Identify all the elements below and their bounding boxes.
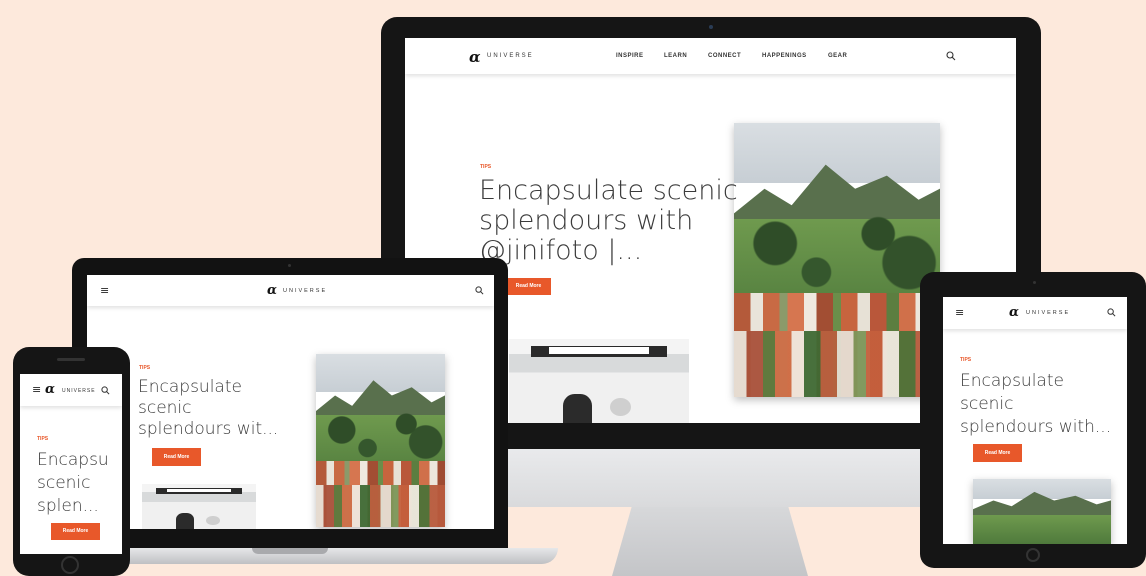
- phone-screen: ≡ α UNIVERSE TIPS Encapsu scenic splen..…: [20, 374, 122, 554]
- nav-item-connect[interactable]: CONNECT: [708, 53, 741, 59]
- article-hero-image[interactable]: [973, 479, 1111, 544]
- desktop-header: α UNIVERSE INSPIRE LEARN CONNECT HAPPENI…: [405, 38, 1016, 74]
- read-more-button[interactable]: Read More: [506, 278, 551, 295]
- secondary-article-image[interactable]: [509, 339, 689, 423]
- hamburger-menu-icon[interactable]: ≡: [955, 306, 964, 319]
- secondary-article-image[interactable]: [142, 484, 256, 529]
- article-headline[interactable]: Encapsu scenic splen...: [37, 449, 122, 518]
- nav-item-gear[interactable]: GEAR: [828, 53, 847, 59]
- hamburger-menu-icon[interactable]: ≡: [100, 284, 109, 297]
- headline-line: splendours with...: [960, 417, 1112, 437]
- headline-line: Encapsulate: [960, 371, 1064, 391]
- article-headline[interactable]: Encapsulate scenic splendours wit...: [138, 377, 278, 440]
- headline-line: splendours wit...: [138, 419, 279, 439]
- read-more-button[interactable]: Read More: [152, 448, 201, 466]
- alpha-logo-icon[interactable]: α: [267, 283, 277, 298]
- laptop-notch: [252, 548, 328, 554]
- nav-item-learn[interactable]: LEARN: [664, 53, 687, 59]
- brand-wordmark[interactable]: UNIVERSE: [487, 53, 534, 59]
- phone-home-button[interactable]: [61, 556, 79, 574]
- hamburger-menu-icon[interactable]: ≡: [32, 383, 41, 396]
- alpha-logo-icon[interactable]: α: [469, 48, 481, 66]
- headline-line: @jinifoto |...: [479, 235, 643, 266]
- headline-line: splendours with: [479, 205, 694, 236]
- read-more-button[interactable]: Read More: [973, 444, 1022, 462]
- article-headline[interactable]: Encapsulate scenic splendours with @jini…: [479, 176, 738, 266]
- phone-speaker: [57, 358, 85, 361]
- tablet-home-button[interactable]: [1026, 548, 1040, 562]
- article-headline[interactable]: Encapsulate scenic splendours with...: [960, 370, 1111, 439]
- article-category[interactable]: TIPS: [139, 365, 150, 371]
- search-icon[interactable]: [946, 51, 956, 61]
- search-icon[interactable]: [475, 286, 484, 295]
- tablet-header: ≡ α UNIVERSE: [943, 297, 1127, 329]
- monitor-camera: [709, 25, 713, 29]
- alpha-logo-icon[interactable]: α: [45, 382, 55, 397]
- search-icon[interactable]: [101, 386, 110, 395]
- alpha-logo-icon[interactable]: α: [1009, 305, 1019, 320]
- laptop-camera: [288, 264, 291, 267]
- tablet-camera: [1033, 281, 1036, 284]
- headline-line: scenic: [138, 398, 192, 418]
- article-category[interactable]: TIPS: [37, 436, 48, 442]
- article-category[interactable]: TIPS: [960, 357, 971, 363]
- brand-wordmark[interactable]: UNIVERSE: [283, 288, 327, 294]
- nav-item-inspire[interactable]: INSPIRE: [616, 53, 644, 59]
- laptop-header: ≡ α UNIVERSE: [87, 275, 494, 306]
- article-category[interactable]: TIPS: [480, 164, 491, 170]
- tablet-screen: ≡ α UNIVERSE TIPS Encapsulate scenic spl…: [943, 297, 1127, 544]
- brand-wordmark[interactable]: UNIVERSE: [1026, 310, 1070, 316]
- headline-line: Encapsulate scenic: [479, 175, 738, 206]
- headline-line: scenic: [960, 394, 1014, 414]
- headline-line: splen...: [37, 496, 99, 516]
- brand-wordmark[interactable]: UNIVERSE: [62, 388, 96, 394]
- article-hero-image[interactable]: [316, 354, 445, 527]
- headline-line: scenic: [37, 473, 91, 493]
- headline-line: Encapsu: [37, 450, 109, 470]
- search-icon[interactable]: [1107, 308, 1116, 317]
- phone-header: ≡ α UNIVERSE: [20, 374, 122, 406]
- nav-item-happenings[interactable]: HAPPENINGS: [762, 53, 807, 59]
- monitor-stand: [612, 507, 808, 576]
- article-hero-image[interactable]: [734, 123, 940, 397]
- read-more-button[interactable]: Read More: [51, 523, 100, 540]
- laptop-screen: ≡ α UNIVERSE TIPS Encapsulate scenic spl…: [87, 275, 494, 529]
- headline-line: Encapsulate: [138, 377, 242, 397]
